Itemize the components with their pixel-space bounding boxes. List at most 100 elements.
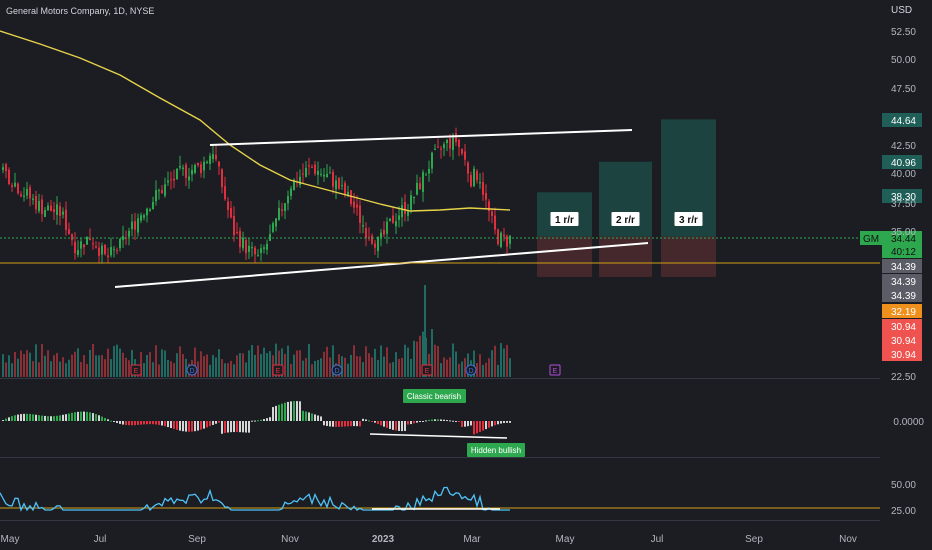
candle-body[interactable] [5, 164, 7, 172]
candle-body[interactable] [23, 195, 25, 197]
candle-body[interactable] [185, 164, 187, 178]
candle-body[interactable] [254, 247, 256, 255]
candle-body[interactable] [11, 185, 13, 187]
candle-body[interactable] [59, 206, 61, 216]
candle-body[interactable] [413, 196, 415, 199]
candle-body[interactable] [104, 244, 106, 255]
candle-body[interactable] [101, 245, 103, 255]
candle-body[interactable] [77, 250, 79, 255]
candle-body[interactable] [149, 209, 151, 211]
candle-body[interactable] [239, 230, 241, 248]
candle-body[interactable] [431, 152, 433, 169]
candle-body[interactable] [32, 198, 34, 201]
candle-body[interactable] [251, 247, 253, 249]
candle-body[interactable] [89, 238, 91, 241]
candle-body[interactable] [401, 205, 403, 218]
candle-body[interactable] [482, 182, 484, 195]
candle-body[interactable] [461, 148, 463, 154]
candle-body[interactable] [458, 139, 460, 147]
candle-body[interactable] [140, 215, 142, 221]
candle-body[interactable] [395, 221, 397, 227]
candle-body[interactable] [116, 250, 118, 252]
candle-body[interactable] [206, 161, 208, 163]
candle-body[interactable] [269, 234, 271, 241]
candle-body[interactable] [122, 235, 124, 240]
candle-body[interactable] [230, 208, 232, 218]
candle-body[interactable] [476, 171, 478, 181]
candle-body[interactable] [443, 144, 445, 149]
candle-body[interactable] [440, 148, 442, 150]
candle-body[interactable] [488, 201, 490, 212]
candle-body[interactable] [323, 174, 325, 177]
candle-body[interactable] [290, 188, 292, 196]
candle-body[interactable] [143, 215, 145, 218]
candle-body[interactable] [173, 178, 175, 181]
candle-body[interactable] [338, 177, 340, 189]
candle-body[interactable] [329, 172, 331, 174]
candle-body[interactable] [26, 188, 28, 196]
candle-body[interactable] [2, 167, 4, 171]
candle-body[interactable] [137, 218, 139, 233]
candle-body[interactable] [92, 243, 94, 245]
candle-body[interactable] [146, 208, 148, 216]
candle-body[interactable] [410, 195, 412, 210]
candle-body[interactable] [8, 169, 10, 185]
candle-body[interactable] [224, 186, 226, 200]
candle-body[interactable] [332, 171, 334, 187]
candle-body[interactable] [236, 231, 238, 233]
candle-body[interactable] [161, 189, 163, 194]
candle-body[interactable] [335, 180, 337, 190]
candle-body[interactable] [359, 205, 361, 224]
candle-body[interactable] [47, 205, 49, 211]
candle-body[interactable] [356, 204, 358, 208]
candle-body[interactable] [170, 179, 172, 181]
candle-body[interactable] [53, 209, 55, 213]
candle-body[interactable] [305, 167, 307, 177]
candle-body[interactable] [80, 241, 82, 249]
candle-body[interactable] [98, 247, 100, 256]
candle-body[interactable] [113, 249, 115, 251]
candle-body[interactable] [227, 201, 229, 210]
candle-body[interactable] [20, 194, 22, 197]
candle-body[interactable] [62, 211, 64, 215]
candle-body[interactable] [299, 176, 301, 185]
candle-body[interactable] [386, 221, 388, 234]
candle-body[interactable] [389, 218, 391, 222]
candle-body[interactable] [65, 209, 67, 230]
candle-body[interactable] [485, 192, 487, 200]
candle-body[interactable] [194, 164, 196, 173]
candle-body[interactable] [248, 245, 250, 252]
candle-body[interactable] [428, 168, 430, 174]
candle-body[interactable] [314, 164, 316, 174]
candle-body[interactable] [449, 138, 451, 149]
candle-body[interactable] [467, 162, 469, 174]
candle-body[interactable] [470, 175, 472, 187]
candle-body[interactable] [197, 162, 199, 166]
candle-body[interactable] [44, 210, 46, 217]
candle-body[interactable] [56, 204, 58, 216]
candle-body[interactable] [257, 254, 259, 256]
candle-body[interactable] [50, 205, 52, 212]
candle-body[interactable] [506, 236, 508, 247]
candle-body[interactable] [158, 190, 160, 192]
candle-body[interactable] [191, 170, 193, 175]
candle-body[interactable] [464, 151, 466, 160]
candle-body[interactable] [362, 225, 364, 227]
candle-body[interactable] [167, 180, 169, 183]
candle-body[interactable] [233, 215, 235, 236]
candle-body[interactable] [200, 164, 202, 174]
risk-zone[interactable] [537, 236, 592, 277]
candle-body[interactable] [491, 211, 493, 217]
candle-body[interactable] [455, 133, 457, 143]
candle-body[interactable] [434, 148, 436, 150]
candle-body[interactable] [419, 183, 421, 189]
candle-body[interactable] [284, 203, 286, 212]
candle-body[interactable] [422, 172, 424, 192]
candle-body[interactable] [29, 187, 31, 199]
candle-body[interactable] [74, 242, 76, 254]
candle-body[interactable] [260, 248, 262, 253]
risk-zone[interactable] [661, 236, 716, 277]
candle-body[interactable] [317, 170, 319, 175]
candle-body[interactable] [182, 167, 184, 169]
candle-body[interactable] [35, 195, 37, 210]
